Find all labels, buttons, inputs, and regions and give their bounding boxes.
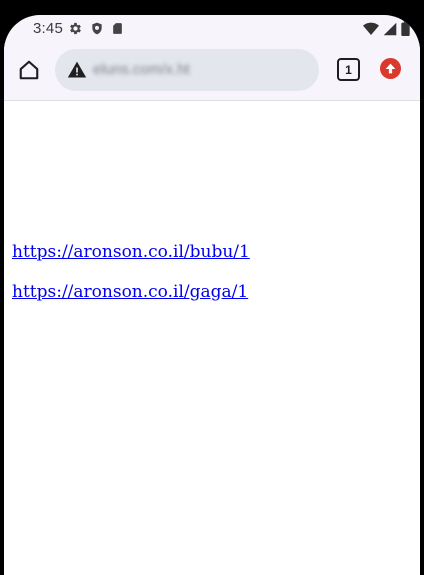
browser-toolbar: eluns.com/x.ht 1: [4, 43, 420, 101]
link-list: https://aronson.co.il/bubu/1 https://aro…: [12, 242, 250, 322]
update-arrow-icon: [385, 63, 396, 74]
address-bar[interactable]: eluns.com/x.ht: [55, 49, 319, 91]
warning-icon[interactable]: [67, 60, 87, 80]
link-bubu[interactable]: https://aronson.co.il/bubu/1: [12, 242, 250, 262]
update-button[interactable]: [380, 58, 401, 79]
shield-icon: [90, 21, 104, 41]
home-button[interactable]: [16, 57, 42, 83]
signal-icon: [383, 22, 397, 41]
link-gaga[interactable]: https://aronson.co.il/gaga/1: [12, 282, 248, 302]
phone-screen: 3:45 eluns.com/x.ht 1 https://aronson.co…: [4, 15, 420, 575]
web-page-content: https://aronson.co.il/bubu/1 https://aro…: [4, 101, 420, 575]
wifi-icon: [363, 22, 379, 41]
list-item: https://aronson.co.il/bubu/1: [12, 242, 250, 282]
status-bar: 3:45: [4, 15, 420, 43]
status-notification-icons: [68, 21, 124, 41]
tab-switcher-button[interactable]: 1: [337, 58, 360, 81]
status-time: 3:45: [33, 20, 63, 37]
list-item: https://aronson.co.il/gaga/1: [12, 282, 250, 322]
home-icon: [19, 60, 39, 80]
url-text[interactable]: eluns.com/x.ht: [93, 61, 190, 78]
status-system-icons: [363, 21, 410, 41]
battery-icon: [401, 21, 410, 41]
tab-count: 1: [345, 62, 352, 77]
sd-card-icon: [111, 21, 124, 41]
settings-icon: [68, 21, 83, 41]
